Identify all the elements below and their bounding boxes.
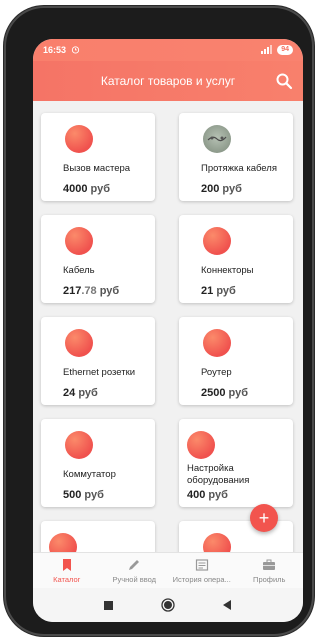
bottom-navigation: Каталог Ручной ввод История опера... Про…	[33, 552, 303, 589]
item-price: 2500 руб	[201, 387, 249, 399]
item-price: 400 руб	[187, 489, 228, 501]
catalog-item-card[interactable]: Кабель 217.78 руб	[41, 215, 155, 303]
briefcase-icon	[263, 559, 276, 570]
item-title: Коннекторы	[201, 265, 254, 276]
phone-frame: 16:53 94 Каталог товаров и услуг Вызов м…	[4, 6, 314, 636]
receipt-icon	[195, 559, 208, 571]
item-title: Роутер	[201, 367, 232, 378]
item-image	[203, 329, 231, 357]
item-price: 500 руб	[63, 489, 104, 501]
nav-item-profile[interactable]: Профиль	[236, 553, 304, 589]
item-price: 24 руб	[63, 387, 98, 399]
system-navigation-bar	[33, 588, 303, 622]
item-image	[65, 227, 93, 255]
catalog-item-card[interactable]: Роутер 2500 руб	[179, 317, 293, 405]
item-title: Кабель	[63, 265, 95, 276]
catalog-item-card[interactable]: Настройка оборудования 400 руб	[179, 419, 293, 507]
back-button[interactable]	[223, 600, 232, 610]
item-title: Настройка оборудования	[187, 463, 250, 486]
item-image	[49, 533, 77, 552]
nav-item-catalog[interactable]: Каталог	[33, 553, 101, 589]
item-image	[65, 329, 93, 357]
nav-item-history[interactable]: История опера...	[168, 553, 236, 589]
item-title: Ethernet розетки	[63, 367, 136, 378]
item-price: 21 руб	[201, 285, 236, 297]
page-title: Каталог товаров и услуг	[100, 74, 236, 88]
status-bar: 16:53 94	[33, 39, 303, 61]
item-price: 4000 руб	[63, 183, 111, 195]
catalog-item-card[interactable]	[179, 521, 293, 552]
item-image	[65, 431, 93, 459]
item-image	[187, 431, 215, 459]
recent-apps-button[interactable]	[104, 600, 113, 610]
catalog-grid: Вызов мастера 4000 руб Протяжка кабеля 2…	[33, 101, 303, 552]
nav-item-manual-input[interactable]: Ручной ввод	[101, 553, 169, 589]
catalog-item-card[interactable]: Протяжка кабеля 200 руб	[179, 113, 293, 201]
item-image	[203, 227, 231, 255]
battery-indicator: 94	[277, 45, 293, 55]
search-icon[interactable]	[275, 72, 293, 90]
item-title: Протяжка кабеля	[201, 163, 277, 174]
catalog-item-card[interactable]: Коммутатор 500 руб	[41, 419, 155, 507]
item-price: 200 руб	[201, 183, 242, 195]
signal-icon	[261, 44, 273, 56]
catalog-item-card[interactable]: Ethernet розетки 24 руб	[41, 317, 155, 405]
item-image	[65, 125, 93, 153]
screen: 16:53 94 Каталог товаров и услуг Вызов м…	[33, 39, 303, 622]
item-title: Коммутатор	[63, 469, 116, 480]
add-button[interactable]: +	[250, 504, 278, 532]
bookmark-icon	[62, 559, 71, 571]
catalog-item-card[interactable]	[41, 521, 155, 552]
item-image	[203, 125, 231, 153]
nav-label: Ручной ввод	[112, 575, 156, 584]
app-bar: Каталог товаров и услуг	[33, 61, 303, 101]
alarm-icon	[71, 45, 80, 56]
item-image	[203, 533, 231, 552]
status-time: 16:53	[43, 45, 67, 55]
home-button[interactable]	[161, 598, 175, 612]
item-title: Вызов мастера	[63, 163, 131, 174]
nav-label: Каталог	[53, 575, 81, 584]
pencil-icon	[129, 560, 140, 570]
nav-label: История опера...	[172, 575, 231, 584]
catalog-item-card[interactable]: Вызов мастера 4000 руб	[41, 113, 155, 201]
catalog-item-card[interactable]: Коннекторы 21 руб	[179, 215, 293, 303]
item-price: 217.78 руб	[63, 285, 120, 297]
nav-label: Профиль	[253, 575, 286, 584]
